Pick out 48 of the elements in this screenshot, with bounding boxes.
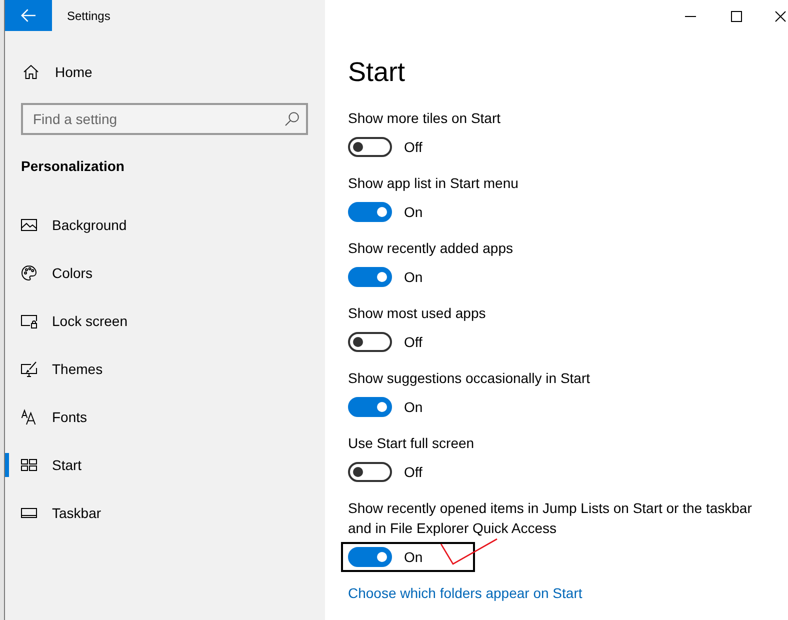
nav-item[interactable]: Lock screen bbox=[5, 297, 325, 345]
toggle-switch[interactable] bbox=[348, 267, 392, 287]
toggle-switch[interactable] bbox=[348, 547, 392, 567]
toggle-state-text: On bbox=[404, 398, 423, 417]
close-icon bbox=[775, 10, 786, 22]
toggle-switch[interactable] bbox=[348, 202, 392, 222]
toggle-switch[interactable] bbox=[348, 462, 392, 482]
lock-screen-icon bbox=[21, 313, 37, 329]
setting-label: Show recently opened items in Jump Lists on Start or the taskbar and in File Explorer Quick Access bbox=[348, 499, 753, 538]
back-button[interactable] bbox=[5, 0, 52, 31]
setting-label: Use Start full screen bbox=[348, 434, 474, 453]
font-letters-icon bbox=[21, 409, 37, 425]
setting-label: Show more tiles on Start bbox=[348, 109, 501, 128]
back-arrow-icon bbox=[21, 9, 36, 22]
setting-label: Show suggestions occasionally in Start bbox=[348, 369, 590, 388]
search-field[interactable]: Find a setting bbox=[21, 103, 308, 135]
setting-label: Show app list in Start menu bbox=[348, 174, 518, 193]
folders-link[interactable]: Choose which folders appear on Start bbox=[348, 583, 582, 603]
toggle-state-text: Off bbox=[404, 463, 422, 482]
home-link[interactable]: Home bbox=[5, 48, 325, 96]
toggle-state-text: On bbox=[404, 203, 423, 222]
toggle-switch[interactable] bbox=[348, 137, 392, 157]
taskbar-icon bbox=[21, 505, 37, 521]
tiles-icon bbox=[21, 457, 37, 473]
monitor-brush-icon bbox=[21, 361, 37, 377]
section-heading: Personalization bbox=[21, 157, 124, 176]
search-icon bbox=[285, 112, 299, 126]
nav-item[interactable]: Colors bbox=[5, 249, 325, 297]
toggle-state-text: On bbox=[404, 548, 423, 567]
toggle-state-text: Off bbox=[404, 138, 422, 157]
window-title: Settings bbox=[67, 8, 110, 24]
palette-icon bbox=[21, 265, 37, 281]
check-mark-icon bbox=[440, 538, 498, 565]
setting-label: Show recently added apps bbox=[348, 239, 513, 258]
nav-item[interactable]: Taskbar bbox=[5, 489, 325, 537]
nav-item[interactable]: Fonts bbox=[5, 393, 325, 441]
home-icon bbox=[23, 64, 39, 80]
picture-icon bbox=[21, 217, 37, 233]
toggle-switch[interactable] bbox=[348, 332, 392, 352]
toggle-state-text: On bbox=[404, 268, 423, 287]
setting-label: Show most used apps bbox=[348, 304, 486, 323]
nav-item[interactable]: Start bbox=[5, 441, 325, 489]
toggle-state-text: Off bbox=[404, 333, 422, 352]
page-title: Start bbox=[348, 56, 406, 89]
nav-item[interactable]: Themes bbox=[5, 345, 325, 393]
maximize-icon bbox=[730, 10, 742, 22]
toggle-switch[interactable] bbox=[348, 397, 392, 417]
nav-item[interactable]: Background bbox=[5, 201, 325, 249]
